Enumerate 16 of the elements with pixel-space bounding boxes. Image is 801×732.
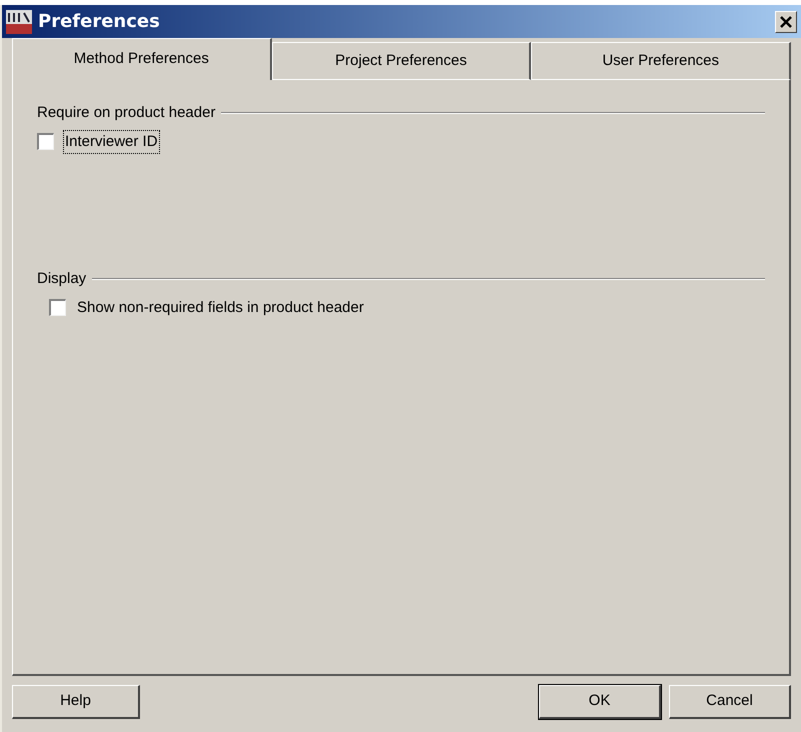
close-icon [780,16,792,28]
checkbox[interactable] [37,133,54,150]
group-title: Require on product header [37,103,216,123]
tab[interactable]: User Preferences [531,42,792,80]
tab[interactable]: Project Preferences [272,42,532,80]
window-title: Preferences [38,10,160,34]
dialog-button[interactable]: OK [539,685,661,719]
checkbox-label: Show non-required fields in product header [76,298,365,318]
checkbox[interactable] [49,299,66,316]
tab[interactable]: Method Preferences [12,38,272,80]
checkbox-label: Interviewer ID [64,130,159,153]
group-title: Display [37,269,86,289]
help-button[interactable]: Help [12,685,140,719]
app-logo-icon [6,10,32,34]
close-button[interactable] [775,10,797,32]
dialog-button[interactable]: Cancel [669,685,791,719]
